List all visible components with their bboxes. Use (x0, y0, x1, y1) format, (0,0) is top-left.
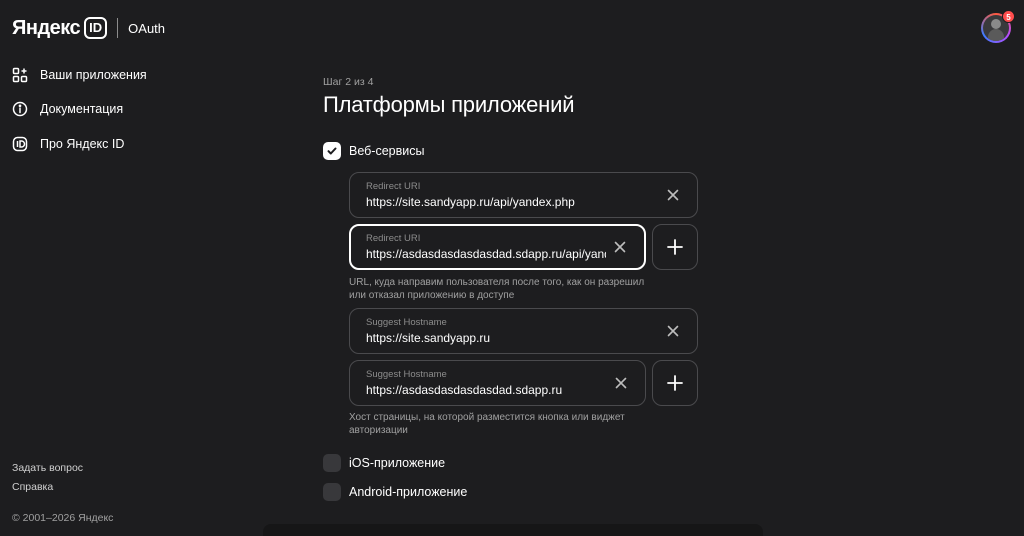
android-checkbox[interactable] (323, 483, 341, 501)
yandex-id-logo[interactable]: Яндекс ID OAuth (12, 15, 165, 41)
service-name: OAuth (128, 20, 166, 36)
suggest-hostname-field[interactable]: Suggest Hostname (349, 360, 646, 406)
web-services-checkbox-row[interactable]: Веб-сервисы (323, 142, 424, 160)
sidebar-item-about[interactable]: Про Яндекс ID (12, 134, 124, 154)
field-label: Suggest Hostname (366, 369, 447, 380)
sidebar-item-apps[interactable]: Ваши приложения (12, 65, 147, 85)
suggest-hostname-input[interactable] (366, 331, 656, 345)
user-avatar[interactable]: 5 (981, 10, 1015, 43)
sidebar-item-label: Документация (40, 102, 124, 116)
ios-checkbox-row[interactable]: iOS-приложение (323, 454, 445, 472)
field-label: Redirect URI (366, 181, 421, 192)
suggest-hostname-input[interactable] (366, 383, 606, 397)
suggest-hostname-hint: Хост страницы, на которой разместится кн… (349, 412, 625, 436)
clear-icon[interactable] (665, 323, 681, 339)
field-label: Redirect URI (366, 233, 421, 244)
sidebar-item-docs[interactable]: Документация (12, 99, 123, 119)
logo-divider (117, 18, 119, 38)
logo-text: Яндекс (12, 16, 81, 39)
redirect-uri-input[interactable] (366, 247, 606, 261)
notifications-badge: 5 (1002, 10, 1015, 23)
plus-icon (667, 375, 683, 391)
bottom-panel-edge (263, 524, 763, 536)
web-services-checkbox[interactable] (323, 142, 341, 160)
field-label: Suggest Hostname (366, 317, 447, 328)
redirect-uri-input[interactable] (366, 195, 656, 209)
step-indicator: Шаг 2 из 4 (323, 76, 374, 88)
page-title: Платформы приложений (323, 92, 575, 117)
main-content: Шаг 2 из 4 Платформы приложений Веб-серв… (323, 0, 723, 536)
redirect-uri-hint: URL, куда направим пользователя после то… (349, 277, 645, 301)
redirect-uri-field[interactable]: Redirect URI (349, 224, 646, 270)
plus-icon (667, 239, 683, 255)
clear-icon[interactable] (612, 239, 628, 255)
web-services-label: Веб-сервисы (349, 144, 425, 158)
copyright: © 2001–2026 Яндекс (12, 512, 114, 524)
ask-question-link[interactable]: Задать вопрос (12, 462, 83, 474)
ios-label: iOS-приложение (349, 456, 446, 470)
apps-grid-plus-icon (12, 67, 28, 83)
suggest-hostname-field[interactable]: Suggest Hostname (349, 308, 698, 354)
android-checkbox-row[interactable]: Android-приложение (323, 483, 467, 501)
sidebar-item-label: Про Яндекс ID (40, 137, 125, 151)
add-suggest-hostname-button[interactable] (652, 360, 698, 406)
check-icon (327, 147, 337, 155)
redirect-uri-field[interactable]: Redirect URI (349, 172, 698, 218)
clear-icon[interactable] (613, 375, 629, 391)
add-redirect-uri-button[interactable] (652, 224, 698, 270)
id-badge-icon (12, 136, 28, 152)
sidebar: Ваши приложения Документация Про Яндекс … (0, 56, 200, 536)
logo-id-badge: ID (84, 17, 108, 39)
sidebar-item-label: Ваши приложения (40, 68, 147, 82)
ios-checkbox[interactable] (323, 454, 341, 472)
help-link[interactable]: Справка (12, 481, 53, 493)
android-label: Android-приложение (349, 485, 468, 499)
clear-icon[interactable] (665, 187, 681, 203)
info-circle-icon (12, 101, 28, 117)
